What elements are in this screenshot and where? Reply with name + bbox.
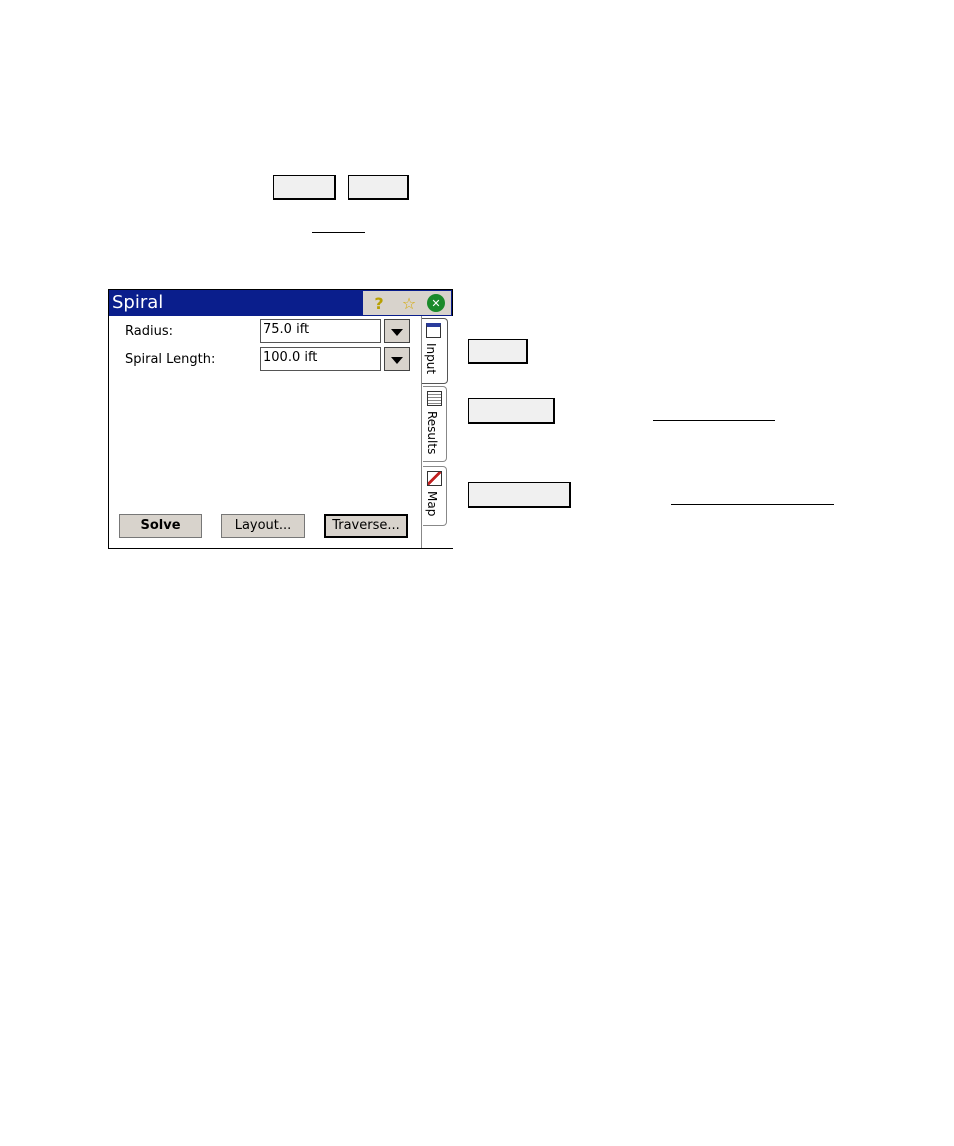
radius-dropdown-button[interactable] [384, 319, 410, 343]
doc-key-box-4 [468, 398, 555, 424]
spiral-length-dropdown-button[interactable] [384, 347, 410, 371]
layout-button[interactable]: Layout... [221, 514, 305, 538]
close-icon[interactable]: ✕ [427, 294, 445, 312]
spiral-length-label: Spiral Length: [125, 352, 216, 367]
tab-results[interactable]: Results [423, 386, 447, 462]
spiral-window: Spiral ? ☆ ✕ Radius: 75.0 ift Spiral Len… [108, 289, 453, 549]
input-icon [426, 323, 441, 338]
form-content: Radius: 75.0 ift Spiral Length: 100.0 if… [109, 316, 453, 548]
traverse-button[interactable]: Traverse... [324, 514, 408, 538]
tab-map[interactable]: Map [423, 466, 447, 526]
radius-field[interactable]: 75.0 ift [260, 319, 381, 343]
window-title: Spiral [112, 292, 164, 313]
spiral-length-field[interactable]: 100.0 ift [260, 347, 381, 371]
help-icon[interactable]: ? [369, 293, 389, 313]
tab-strip: Input Results Map [421, 316, 453, 548]
tab-results-label: Results [425, 411, 439, 455]
doc-underline-1 [312, 232, 365, 233]
map-icon [427, 471, 442, 486]
doc-underline-3 [671, 504, 834, 505]
tab-input[interactable]: Input [422, 318, 448, 384]
solve-button[interactable]: Solve [119, 514, 202, 538]
doc-key-box-5 [468, 482, 571, 508]
tab-input-label: Input [424, 343, 438, 375]
doc-underline-2 [653, 420, 775, 421]
tab-map-label: Map [425, 491, 439, 517]
doc-key-box-1 [273, 175, 336, 200]
doc-key-box-3 [468, 339, 528, 364]
star-icon[interactable]: ☆ [399, 293, 419, 313]
title-bar: Spiral ? ☆ ✕ [109, 290, 452, 316]
doc-key-box-2 [348, 175, 409, 200]
title-bar-buttons: ? ☆ ✕ [363, 291, 451, 315]
results-icon [427, 391, 442, 406]
radius-label: Radius: [125, 324, 173, 339]
